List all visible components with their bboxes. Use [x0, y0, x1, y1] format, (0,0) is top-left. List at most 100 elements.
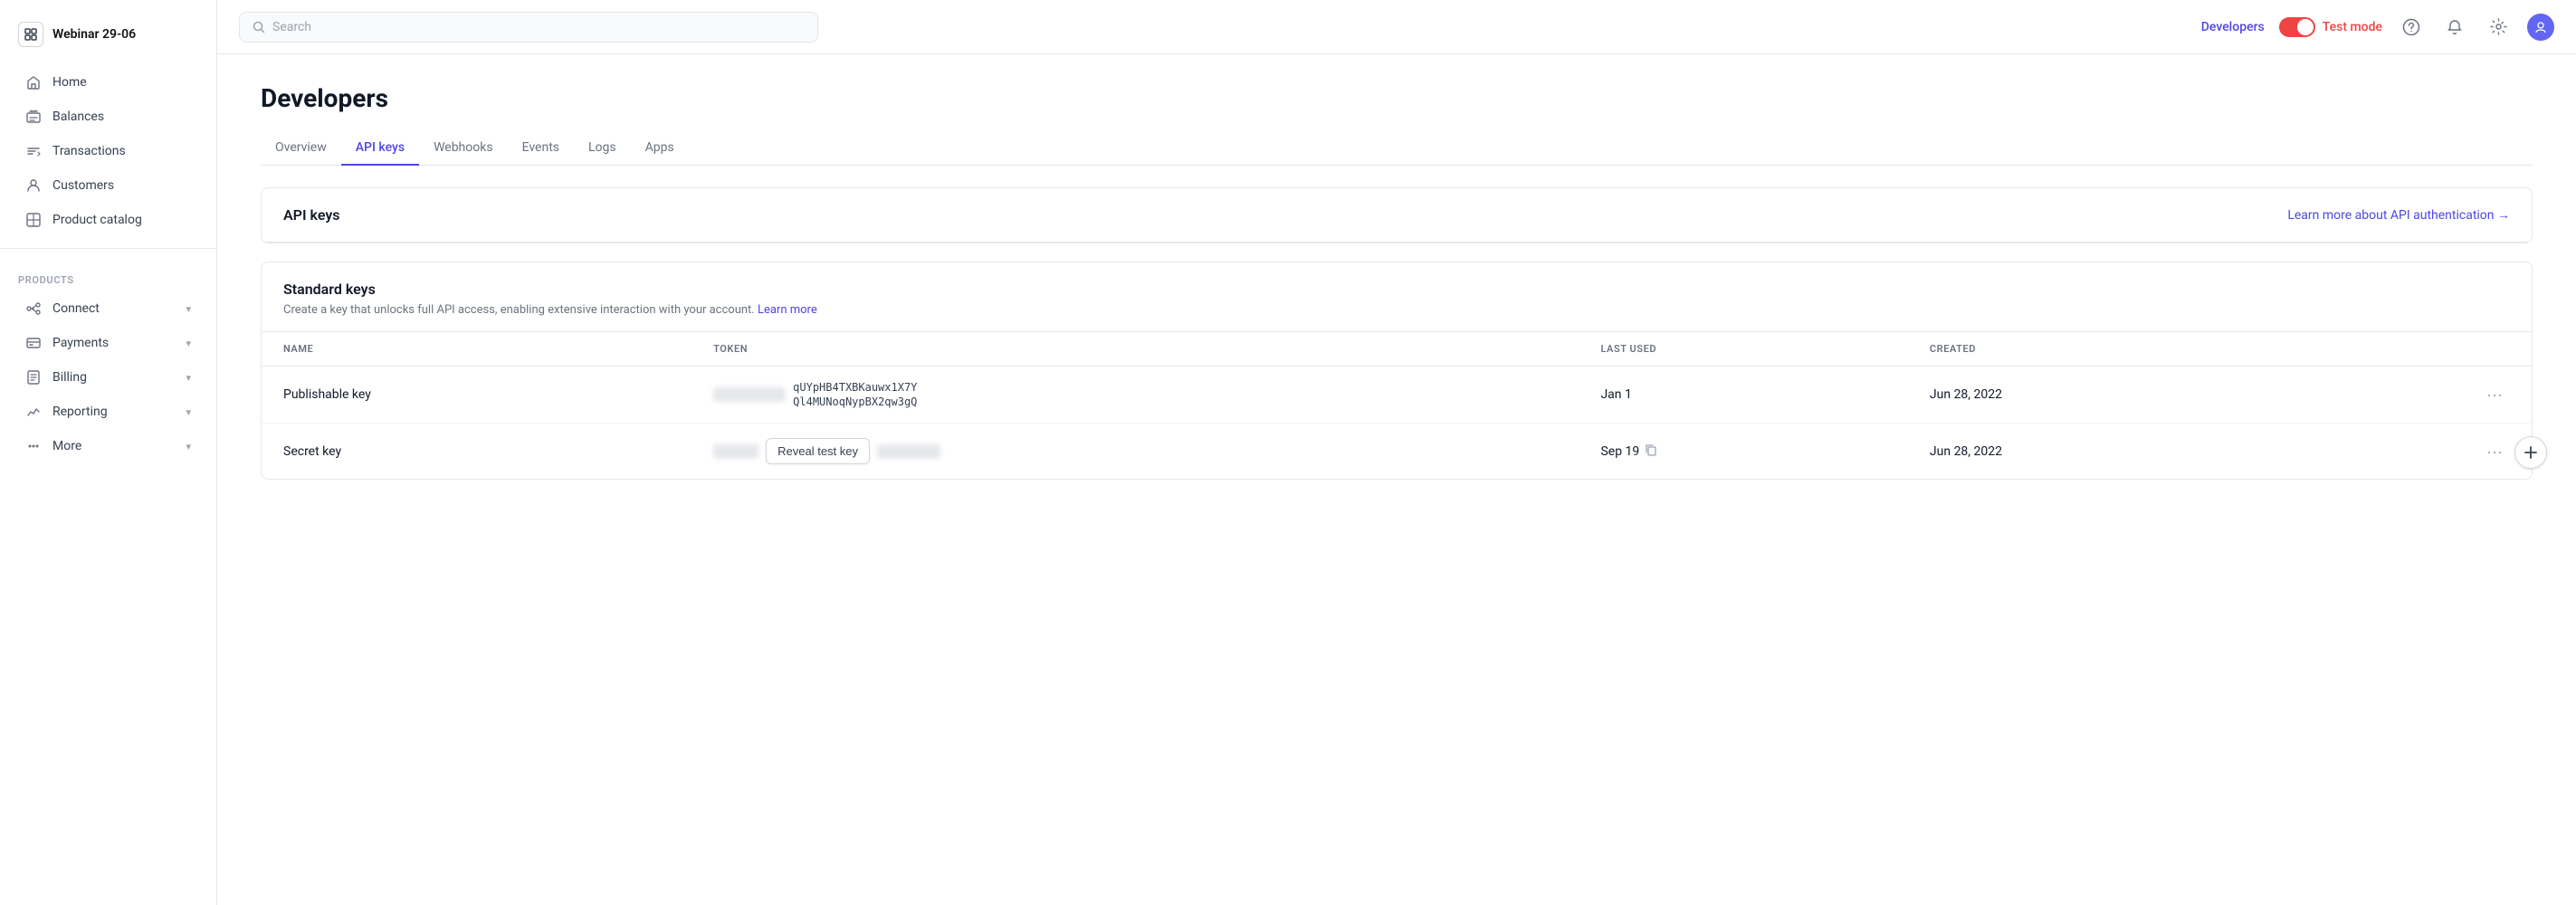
reporting-chevron-icon: ▾ [186, 406, 191, 418]
sidebar-item-customers-label: Customers [52, 178, 114, 193]
publishable-key-token: qUYpHB4TXBKauwx1X7Y Ql4MUNoqNypBX2qw3gQ [713, 381, 1557, 408]
sidebar-item-home-label: Home [52, 75, 87, 90]
api-keys-learn-more-link[interactable]: Learn more about API authentication → [2287, 207, 2510, 223]
notifications-button[interactable] [2440, 13, 2469, 42]
tab-webhooks[interactable]: Webhooks [419, 131, 508, 166]
connect-icon [25, 300, 42, 317]
toggle-thumb [2297, 19, 2314, 35]
transactions-icon [25, 143, 42, 159]
secret-key-last-used: Sep 19 [1579, 424, 1907, 480]
search-bar[interactable]: Search [239, 12, 818, 43]
billing-icon [25, 369, 42, 386]
api-keys-card-title: API keys [283, 206, 340, 224]
publishable-key-name: Publishable key [262, 367, 692, 424]
secret-key-name: Secret key [262, 424, 692, 480]
secret-key-token-cell: Reveal test key [692, 424, 1579, 480]
page-title: Developers [261, 83, 2533, 113]
sidebar-item-transactions[interactable]: Transactions [7, 135, 209, 167]
secret-token-blur-2 [877, 444, 940, 459]
fab-add-button[interactable] [2514, 436, 2547, 469]
publishable-key-last-used: Jan 1 [1579, 367, 1907, 424]
tabs: Overview API keys Webhooks Events Logs A… [261, 131, 2533, 166]
publishable-key-actions: ··· [2288, 367, 2532, 424]
table-header-row: NAME TOKEN LAST USED CREATED [262, 332, 2532, 367]
balances-icon [25, 109, 42, 125]
table-row: Secret key Reveal test key Sep 19 [262, 424, 2532, 480]
content-area: Developers Overview API keys Webhooks Ev… [217, 54, 2576, 905]
sidebar-item-connect[interactable]: Connect ▾ [7, 292, 209, 325]
products-section-label: Products [0, 260, 216, 291]
billing-chevron-icon: ▾ [186, 372, 191, 384]
sidebar-item-billing[interactable]: Billing ▾ [7, 361, 209, 394]
sidebar-item-product-catalog[interactable]: Product catalog [7, 204, 209, 236]
help-button[interactable] [2397, 13, 2426, 42]
more-icon [25, 438, 42, 454]
copy-secret-key-icon[interactable] [1645, 443, 1657, 460]
reveal-test-key-button[interactable]: Reveal test key [766, 438, 870, 464]
api-keys-card-header: API keys Learn more about API authentica… [262, 188, 2532, 243]
publishable-key-token-line1: qUYpHB4TXBKauwx1X7Y [793, 381, 917, 394]
search-placeholder: Search [272, 20, 311, 34]
sidebar-item-payments-label: Payments [52, 336, 109, 350]
workspace-name: Webinar 29-06 [52, 27, 136, 42]
sidebar-item-transactions-label: Transactions [52, 144, 126, 158]
publishable-key-more-button[interactable]: ··· [2479, 383, 2510, 406]
tab-api-keys[interactable]: API keys [341, 131, 419, 166]
workspace-icon [18, 22, 43, 47]
tab-apps[interactable]: Apps [631, 131, 689, 166]
sidebar-item-customers[interactable]: Customers [7, 169, 209, 202]
payments-icon [25, 335, 42, 351]
standard-keys-learn-more[interactable]: Learn more [758, 303, 817, 317]
sidebar-item-balances[interactable]: Balances [7, 100, 209, 133]
secret-key-created: Jun 28, 2022 [1908, 424, 2288, 480]
header-developers-link[interactable]: Developers [2201, 20, 2265, 34]
secret-key-more-button[interactable]: ··· [2479, 440, 2510, 463]
standard-keys-card: Standard keys Create a key that unlocks … [261, 262, 2533, 480]
col-created: CREATED [1908, 332, 2288, 367]
publishable-key-created: Jun 28, 2022 [1908, 367, 2288, 424]
secret-key-token: Reveal test key [713, 438, 1557, 464]
sidebar-item-product-catalog-label: Product catalog [52, 213, 142, 227]
product-catalog-icon [25, 212, 42, 228]
user-avatar[interactable] [2527, 14, 2554, 41]
sidebar-item-reporting[interactable]: Reporting ▾ [7, 395, 209, 428]
col-last-used: LAST USED [1579, 332, 1907, 367]
settings-button[interactable] [2484, 13, 2513, 42]
sidebar-item-payments[interactable]: Payments ▾ [7, 327, 209, 359]
reporting-icon [25, 404, 42, 420]
workspace-logo[interactable]: Webinar 29-06 [0, 14, 216, 65]
test-mode-toggle[interactable] [2279, 17, 2315, 37]
publishable-key-token-cell: qUYpHB4TXBKauwx1X7Y Ql4MUNoqNypBX2qw3gQ [692, 367, 1579, 424]
sidebar-item-connect-label: Connect [52, 301, 100, 316]
help-icon [2402, 18, 2420, 36]
connect-chevron-icon: ▾ [186, 303, 191, 315]
sidebar-item-more[interactable]: More ▾ [7, 430, 209, 462]
sidebar-item-more-label: More [52, 439, 81, 453]
tab-overview[interactable]: Overview [261, 131, 341, 166]
header-right: Developers Test mode [2201, 13, 2554, 42]
sidebar-item-billing-label: Billing [52, 370, 87, 385]
sidebar-item-balances-label: Balances [52, 110, 104, 124]
search-icon [253, 21, 265, 33]
token-blur-part [713, 387, 786, 402]
publishable-key-token-line2: Ql4MUNoqNypBX2qw3gQ [793, 395, 917, 408]
more-chevron-icon: ▾ [186, 441, 191, 452]
secret-key-actions: ··· [2288, 424, 2532, 480]
test-mode-label: Test mode [2323, 20, 2382, 34]
api-keys-card: API keys Learn more about API authentica… [261, 187, 2533, 243]
avatar-icon [2533, 20, 2548, 34]
col-token: TOKEN [692, 332, 1579, 367]
standard-keys-table: NAME TOKEN LAST USED CREATED Publishable… [262, 332, 2532, 479]
tab-logs[interactable]: Logs [574, 131, 631, 166]
standard-keys-description: Create a key that unlocks full API acces… [283, 303, 2510, 317]
standard-keys-header: Standard keys Create a key that unlocks … [262, 262, 2532, 332]
header: Search Developers Test mode [217, 0, 2576, 54]
sidebar-item-home[interactable]: Home [7, 66, 209, 99]
standard-keys-desc-text: Create a key that unlocks full API acces… [283, 303, 758, 317]
secret-token-blur-1 [713, 444, 758, 459]
bell-icon [2447, 19, 2463, 35]
tab-events[interactable]: Events [508, 131, 574, 166]
sidebar-item-reporting-label: Reporting [52, 405, 108, 419]
standard-keys-title: Standard keys [283, 281, 2510, 298]
main-area: Search Developers Test mode [217, 0, 2576, 905]
